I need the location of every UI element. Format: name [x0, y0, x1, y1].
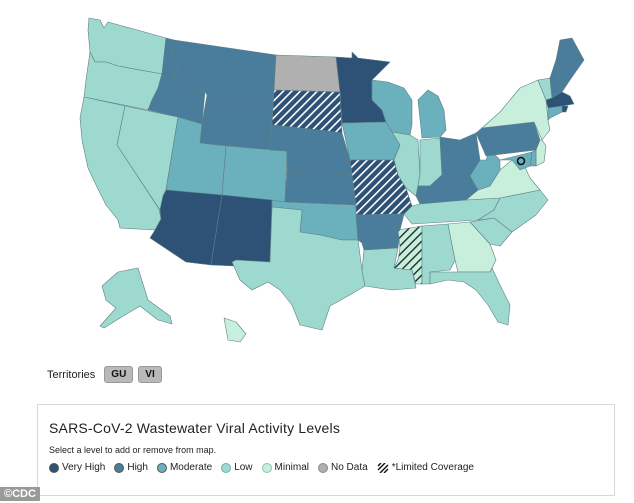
state-hi[interactable]: Hawaii: [223, 317, 247, 343]
cdc-credit: ©CDC: [0, 487, 40, 501]
territories-label: Territories: [47, 368, 96, 381]
state-wy[interactable]: Wyoming: [199, 94, 274, 151]
state-co[interactable]: Colorado: [221, 145, 288, 203]
legend-item-very-high[interactable]: Very High: [49, 462, 105, 473]
state-fl[interactable]: Florida: [429, 267, 511, 326]
legend-items: Very High High Moderate Low Minimal No D…: [49, 462, 483, 473]
legend-label: Minimal: [274, 462, 309, 473]
dc-marker[interactable]: [516, 156, 526, 166]
hatch-pattern-icon: [377, 462, 389, 473]
very-high-swatch-icon: [49, 462, 59, 473]
state-ri[interactable]: Rhode Island: [561, 105, 569, 113]
legend-item-moderate[interactable]: Moderate: [156, 462, 213, 473]
legend-item-high[interactable]: High: [114, 462, 148, 473]
state-ks[interactable]: Kansas: [284, 171, 357, 206]
legend-label: High: [127, 462, 148, 473]
us-wastewater-map: WashingtonOregonCaliforniaNevadaIdahoMon…: [79, 17, 585, 343]
legend-item-limited-coverage[interactable]: *Limited Coverage: [377, 462, 474, 473]
low-swatch-icon: [221, 462, 232, 473]
legend-item-no-data[interactable]: No Data: [318, 462, 368, 473]
state-ar[interactable]: Arkansas: [355, 213, 405, 251]
legend-label: No Data: [331, 462, 368, 473]
minimal-swatch-icon: [261, 462, 272, 473]
legend-item-low[interactable]: Low: [221, 462, 253, 473]
legend-title: SARS-CoV-2 Wastewater Viral Activity Lev…: [49, 420, 341, 436]
legend-label: Moderate: [169, 462, 213, 473]
legend-label: Very High: [62, 462, 106, 473]
legend-label: *Limited Coverage: [391, 462, 474, 473]
moderate-swatch-icon: [156, 462, 167, 473]
territory-gu-button[interactable]: GU: [104, 366, 134, 383]
high-swatch-icon: [114, 462, 125, 473]
territory-vi-button[interactable]: VI: [138, 366, 162, 383]
state-ct[interactable]: Connecticut: [547, 105, 563, 121]
no-data-swatch-icon: [318, 462, 328, 473]
territories-bar: Territories GU VI: [47, 366, 167, 383]
legend-label: Low: [234, 462, 253, 473]
state-ak[interactable]: Alaska: [99, 267, 173, 329]
legend-instructions: Select a level to add or remove from map…: [49, 445, 217, 455]
state-me[interactable]: Maine: [555, 37, 585, 93]
legend-panel: SARS-CoV-2 Wastewater Viral Activity Lev…: [37, 404, 615, 496]
state-nd[interactable]: North Dakota: [273, 54, 341, 93]
legend-item-minimal[interactable]: Minimal: [261, 462, 309, 473]
state-mi[interactable]: Michigan: [417, 89, 447, 139]
state-nm[interactable]: New Mexico: [210, 194, 273, 267]
